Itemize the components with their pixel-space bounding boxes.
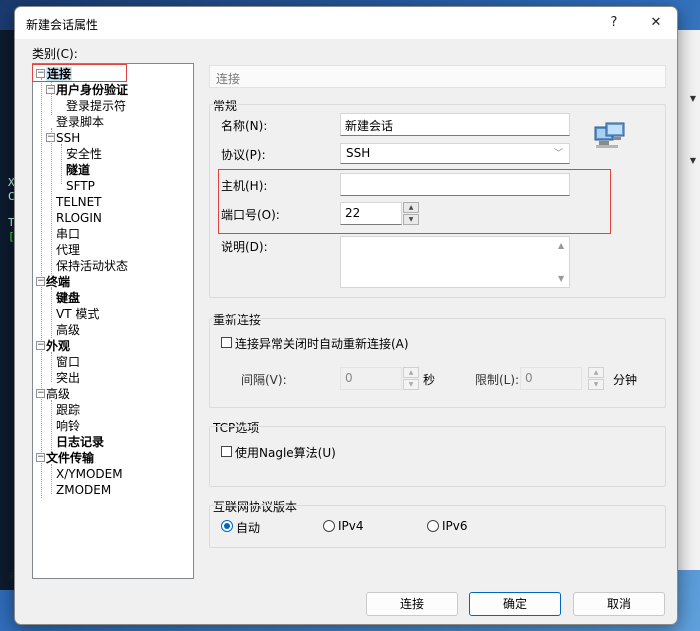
tree-item-ssh[interactable]: SSH [56, 130, 80, 146]
interval-label: 间隔(V): [241, 373, 287, 387]
category-label: 类别(C): [32, 47, 78, 61]
background-panel: ▼ ▼ [678, 30, 700, 570]
collapse-icon[interactable]: − [36, 341, 45, 350]
title-bar: 新建会话属性 ? ✕ [15, 7, 677, 39]
interval-field[interactable]: 0 [340, 367, 402, 390]
limit-field[interactable]: 0 [520, 367, 582, 390]
close-button[interactable]: ✕ [642, 11, 670, 35]
protocol-value: SSH [346, 146, 371, 160]
auto-reconnect-checkbox[interactable] [221, 337, 232, 348]
tree-item-advanced[interactable]: 高级 [46, 386, 70, 402]
protocol-label: 协议(P): [221, 148, 266, 162]
tree-item-logging[interactable]: 日志记录 [56, 434, 104, 450]
connect-button[interactable]: 连接 [366, 592, 458, 616]
ipv4-radio[interactable] [323, 520, 335, 532]
spin-down-icon[interactable]: ▼ [403, 379, 419, 390]
description-label: 说明(D): [221, 240, 268, 254]
scroll-down-icon[interactable]: ▼ [558, 274, 564, 283]
network-computer-icon [594, 122, 625, 148]
limit-spinner[interactable]: ▲ ▼ [588, 367, 604, 390]
tree-item-proxy[interactable]: 代理 [56, 242, 80, 258]
tree-item-bell[interactable]: 响铃 [56, 418, 80, 434]
tree-item-terminal[interactable]: 终端 [46, 274, 70, 290]
protocol-select[interactable]: SSH ﹀ [340, 143, 570, 164]
tree-item-rlogin[interactable]: RLOGIN [56, 210, 102, 226]
tree-item-trace[interactable]: 跟踪 [56, 402, 80, 418]
collapse-icon[interactable]: − [36, 453, 45, 462]
tree-item-zmodem[interactable]: ZMODEM [56, 482, 111, 498]
chevron-down-icon: ﹀ [553, 149, 563, 159]
name-label: 名称(N): [221, 119, 268, 133]
tree-item-vt-mode[interactable]: VT 模式 [56, 306, 99, 322]
collapse-icon[interactable]: − [46, 133, 55, 142]
session-properties-dialog: 新建会话属性 ? ✕ 类别(C): − 连接 − 用户身份验证 登录提示符 登录… [14, 6, 678, 625]
collapse-icon[interactable]: − [36, 277, 45, 286]
tree-item-highlight[interactable]: 突出 [56, 370, 80, 386]
name-field[interactable]: 新建会话 [340, 113, 570, 136]
collapse-icon[interactable]: − [46, 85, 55, 94]
highlight-annotation [32, 64, 127, 82]
help-button[interactable]: ? [600, 11, 628, 35]
nagle-label[interactable]: 使用Nagle算法(U) [235, 444, 336, 461]
tree-item-xymodem[interactable]: X/YMODEM [56, 466, 123, 482]
tree-item-security[interactable]: 安全性 [66, 146, 102, 162]
window-title: 新建会话属性 [26, 18, 99, 32]
limit-label: 限制(L): [475, 373, 520, 387]
ip-auto-label[interactable]: 自动 [236, 519, 260, 536]
description-field[interactable]: ▲ ▼ [340, 236, 570, 288]
nagle-checkbox[interactable] [221, 446, 232, 457]
tree-item-telnet[interactable]: TELNET [56, 194, 102, 210]
tree-item-appearance[interactable]: 外观 [46, 338, 70, 354]
spin-down-icon[interactable]: ▼ [588, 379, 604, 390]
category-tree[interactable]: − 连接 − 用户身份验证 登录提示符 登录脚本 − SSH 安全性 隧道 SF… [32, 63, 194, 579]
ipv4-label[interactable]: IPv4 [338, 519, 364, 533]
tree-item-tunnel[interactable]: 隧道 [66, 162, 90, 178]
highlight-annotation [218, 169, 611, 234]
tree-item-window[interactable]: 窗口 [56, 354, 80, 370]
ipv6-radio[interactable] [427, 520, 439, 532]
spin-up-icon[interactable]: ▲ [403, 367, 419, 378]
scroll-up-icon[interactable]: ▲ [558, 241, 564, 250]
section-header: 连接 [209, 65, 666, 88]
description-scrollbar[interactable]: ▲ ▼ [554, 237, 569, 287]
tree-item-login-prompt[interactable]: 登录提示符 [66, 98, 126, 114]
bg-arrow-icon: ▼ [689, 156, 696, 165]
tree-item-keyboard[interactable]: 键盘 [56, 290, 80, 306]
bg-arrow-icon: ▼ [689, 94, 696, 103]
spin-up-icon[interactable]: ▲ [588, 367, 604, 378]
ok-button[interactable]: 确定 [469, 592, 561, 616]
interval-spinner[interactable]: ▲ ▼ [403, 367, 419, 390]
tree-item-login-script[interactable]: 登录脚本 [56, 114, 104, 130]
tree-item-serial[interactable]: 串口 [56, 226, 80, 242]
ipv6-label[interactable]: IPv6 [442, 519, 468, 533]
interval-unit: 秒 [423, 373, 436, 387]
tree-item-file-transfer[interactable]: 文件传输 [46, 450, 94, 466]
limit-unit: 分钟 [613, 373, 638, 387]
tree-item-authentication[interactable]: 用户身份验证 [56, 82, 128, 98]
tree-item-sftp[interactable]: SFTP [66, 178, 95, 194]
cancel-button[interactable]: 取消 [573, 592, 665, 616]
reconnect-group [209, 318, 666, 408]
tree-item-terminal-advanced[interactable]: 高级 [56, 322, 80, 338]
ip-auto-radio[interactable] [221, 520, 233, 532]
auto-reconnect-label[interactable]: 连接异常关闭时自动重新连接(A) [235, 335, 409, 352]
tree-item-keepalive[interactable]: 保持活动状态 [56, 258, 128, 274]
collapse-icon[interactable]: − [36, 389, 45, 398]
